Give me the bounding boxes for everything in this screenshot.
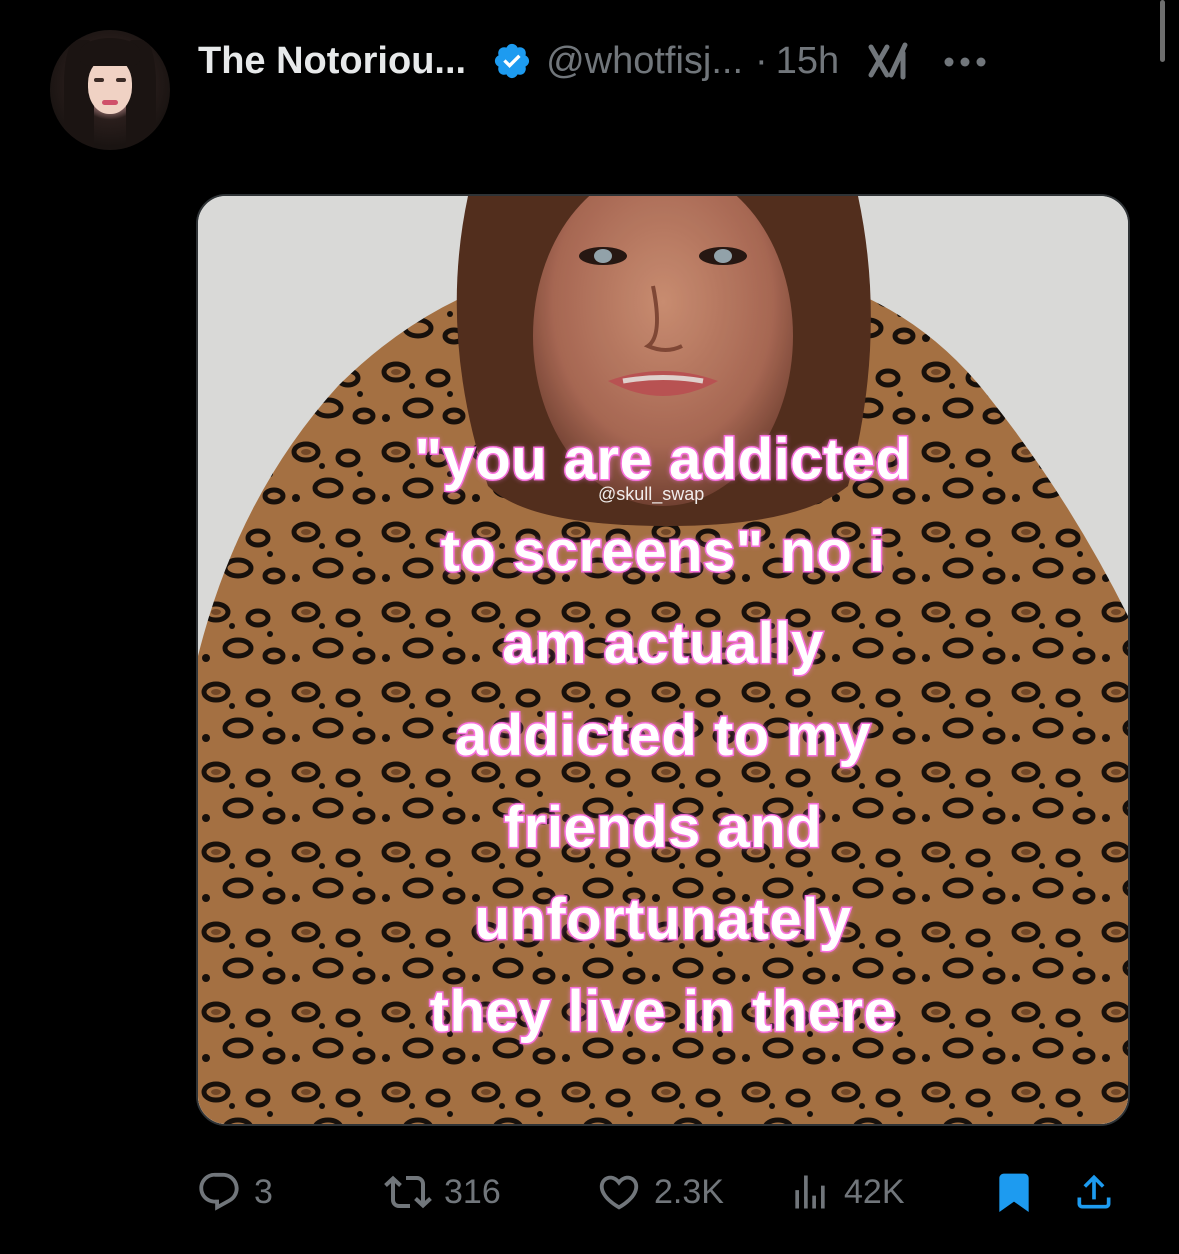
- scrollbar-thumb[interactable]: [1160, 0, 1165, 62]
- bookmark-icon: [999, 1173, 1029, 1213]
- views-icon: [795, 1175, 825, 1209]
- share-button[interactable]: [1072, 1162, 1116, 1222]
- tweet-header: The Notoriou... @whotfisj... · 15h: [198, 36, 987, 86]
- reply-icon: [199, 1172, 239, 1211]
- meme-line: "you are addicted: [413, 426, 912, 494]
- timestamp[interactable]: 15h: [776, 40, 839, 83]
- grok-icon[interactable]: [867, 39, 913, 83]
- meme-line: am actually: [501, 610, 825, 678]
- display-name[interactable]: The Notoriou...: [198, 40, 466, 83]
- meme-line: to screens" no i: [439, 518, 886, 586]
- reply-count: 3: [254, 1172, 273, 1211]
- repost-icon: [384, 1175, 432, 1209]
- verified-badge-icon[interactable]: [492, 41, 532, 81]
- share-icon: [1077, 1174, 1111, 1209]
- bookmark-button[interactable]: [992, 1162, 1036, 1222]
- meme-line: they live in there: [428, 978, 897, 1046]
- meme-caption: "you are addicted to screens" no i am ac…: [198, 414, 1128, 1058]
- repost-count: 316: [444, 1172, 501, 1211]
- tweet-page: The Notoriou... @whotfisj... · 15h @skul…: [0, 0, 1179, 1254]
- meme-line: friends and: [502, 794, 823, 862]
- views-button[interactable]: 42K: [788, 1162, 905, 1222]
- like-count: 2.3K: [654, 1172, 724, 1211]
- reply-button[interactable]: 3: [196, 1162, 273, 1222]
- more-icon[interactable]: [943, 55, 987, 67]
- handle[interactable]: @whotfisj...: [546, 40, 743, 83]
- heart-icon: [599, 1175, 639, 1210]
- tweet-actions: 3 316 2.3K 42K: [196, 1162, 1126, 1222]
- avatar[interactable]: [50, 30, 170, 150]
- repost-button[interactable]: 316: [384, 1162, 501, 1222]
- separator-dot: ·: [755, 39, 768, 82]
- tweet-image[interactable]: @skull_swap "you are addicted to screens…: [196, 194, 1130, 1126]
- meme-line: addicted to my: [453, 702, 872, 770]
- views-count: 42K: [844, 1172, 905, 1211]
- like-button[interactable]: 2.3K: [596, 1162, 724, 1222]
- meme-line: unfortunately: [473, 886, 853, 954]
